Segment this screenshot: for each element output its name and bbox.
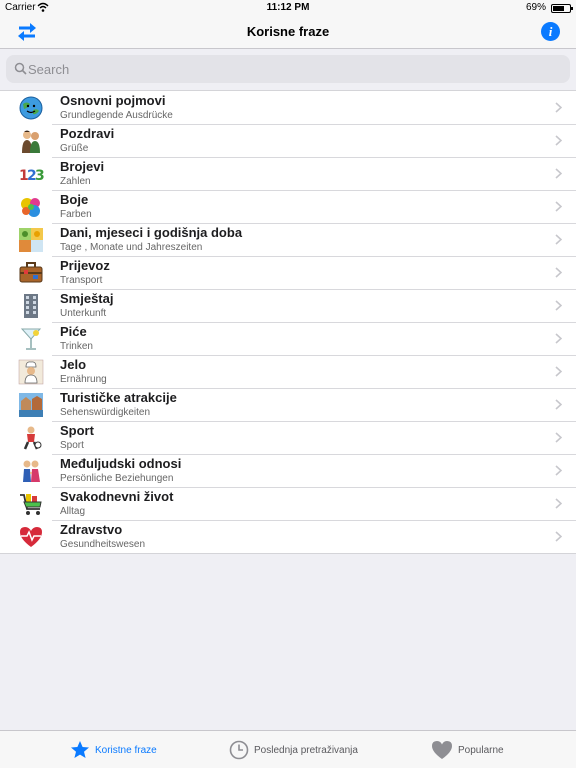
list-item-subtitle: Gesundheitswesen [60, 539, 146, 550]
page-title: Korisne fraze [246, 24, 330, 39]
list-item-title: Sport [60, 423, 94, 438]
list-item-subtitle: Zahlen [60, 176, 91, 187]
list-item-subtitle: Farben [60, 209, 92, 220]
list-item-title: Jelo [60, 357, 87, 372]
battery-icon [551, 4, 573, 13]
clock-time: 11:12 PM [266, 2, 310, 13]
list-item[interactable]: Turističke atrakcije Sehenswürdigkeiten [0, 388, 576, 421]
list-item[interactable]: Osnovni pojmovi Grundlegende Ausdrücke [0, 91, 576, 124]
status-bar: Carrier 11:12 PM 69% [0, 0, 576, 16]
heart-icon [432, 741, 452, 759]
list-item-subtitle: Transport [60, 275, 103, 286]
greeting-people-icon [18, 128, 44, 154]
search-field[interactable] [6, 55, 570, 83]
suitcase-icon [18, 260, 44, 286]
list-item-title: Boje [60, 192, 89, 207]
list-item-title: Svakodnevni život [60, 489, 174, 504]
cocktail-glass-icon [18, 326, 44, 352]
list-item-subtitle: Sport [60, 440, 84, 451]
list-item-subtitle: Ernährung [60, 374, 107, 385]
list-item[interactable]: Zdravstvo Gesundheitswesen [0, 520, 576, 553]
list-item-title: Pozdravi [60, 126, 115, 141]
search-input[interactable] [28, 55, 558, 83]
tab-label: Koristne fraze [95, 744, 157, 756]
list-item-subtitle: Trinken [60, 341, 93, 352]
seasons-icon [18, 227, 44, 253]
list-item[interactable]: Pozdravi Grüße [0, 124, 576, 157]
list-item[interactable]: Svakodnevni život Alltag [0, 487, 576, 520]
chevron-right-icon [555, 135, 562, 146]
paint-splash-icon [18, 194, 44, 220]
list-item-title: Turističke atrakcije [60, 390, 177, 405]
chevron-right-icon [555, 399, 562, 410]
category-list: Osnovni pojmovi Grundlegende Ausdrücke P… [0, 90, 576, 554]
list-item[interactable]: Međuljudski odnosi Persönliche Beziehung… [0, 454, 576, 487]
list-item-subtitle: Grundlegende Ausdrücke [60, 110, 173, 121]
list-item[interactable]: Boje Farben [0, 190, 576, 223]
navigation-bar: Korisne fraze i [0, 16, 576, 49]
globe-smiley-icon [18, 95, 44, 121]
list-item-title: Brojevi [60, 159, 105, 174]
clock-icon [229, 740, 249, 760]
chevron-right-icon [555, 234, 562, 245]
chevron-right-icon [555, 432, 562, 443]
chevron-right-icon [555, 300, 562, 311]
athlete-icon [18, 425, 44, 451]
list-item[interactable]: Jelo Ernährung [0, 355, 576, 388]
numbers-123-icon: 1 2 3 [18, 161, 44, 187]
search-icon [14, 62, 27, 75]
tab-poslednja-pretrazivanja[interactable]: Poslednja pretraživanja [229, 731, 358, 768]
chevron-right-icon [555, 333, 562, 344]
list-item-subtitle: Sehenswürdigkeiten [60, 407, 151, 418]
list-item-subtitle: Tage , Monate und Jahreszeiten [60, 242, 203, 253]
building-icon [18, 293, 44, 319]
list-item-title: Osnovni pojmovi [60, 93, 166, 108]
chevron-right-icon [555, 498, 562, 509]
list-item-title: Piće [60, 324, 87, 339]
chevron-right-icon [555, 102, 562, 113]
battery-percent: 69% [525, 2, 546, 13]
heartbeat-icon [18, 524, 44, 550]
list-item-title: Dani, mjeseci i godišnja doba [60, 225, 243, 240]
chevron-right-icon [555, 366, 562, 377]
svg-text:3: 3 [35, 168, 44, 184]
list-item-title: Međuljudski odnosi [60, 456, 182, 471]
list-item-subtitle: Persönliche Beziehungen [60, 473, 174, 484]
tab-bar: Koristne fraze Poslednja pretraživanja P… [0, 730, 576, 768]
list-item-subtitle: Grüße [60, 143, 89, 154]
list-item[interactable]: Dani, mjeseci i godišnja doba Tage , Mon… [0, 223, 576, 256]
chevron-right-icon [555, 201, 562, 212]
list-item-title: Prijevoz [60, 258, 110, 273]
tab-popularne[interactable]: Popularne [431, 731, 504, 768]
list-item[interactable]: Piće Trinken [0, 322, 576, 355]
tab-korisne-fraze[interactable]: Koristne fraze [70, 731, 157, 768]
chevron-right-icon [555, 168, 562, 179]
search-bar [0, 49, 576, 90]
list-item-title: Smještaj [60, 291, 114, 306]
list-item[interactable]: 1 2 3 Brojevi Zahlen [0, 157, 576, 190]
list-item[interactable]: Sport Sport [0, 421, 576, 454]
chevron-right-icon [555, 465, 562, 476]
info-icon[interactable]: i [541, 22, 560, 41]
tab-label: Poslednja pretraživanja [254, 744, 358, 756]
list-item-title: Zdravstvo [60, 522, 123, 537]
landmark-icon [18, 392, 44, 418]
couple-icon [18, 458, 44, 484]
list-item[interactable]: Prijevoz Transport [0, 256, 576, 289]
list-item-subtitle: Unterkunft [60, 308, 107, 319]
star-icon [71, 741, 89, 758]
chevron-right-icon [555, 531, 562, 542]
chevron-right-icon [555, 267, 562, 278]
list-item-subtitle: Alltag [60, 506, 86, 517]
shopping-cart-icon [18, 491, 44, 517]
chef-icon [18, 359, 44, 385]
list-item[interactable]: Smještaj Unterkunft [0, 289, 576, 322]
tab-label: Popularne [458, 744, 504, 756]
